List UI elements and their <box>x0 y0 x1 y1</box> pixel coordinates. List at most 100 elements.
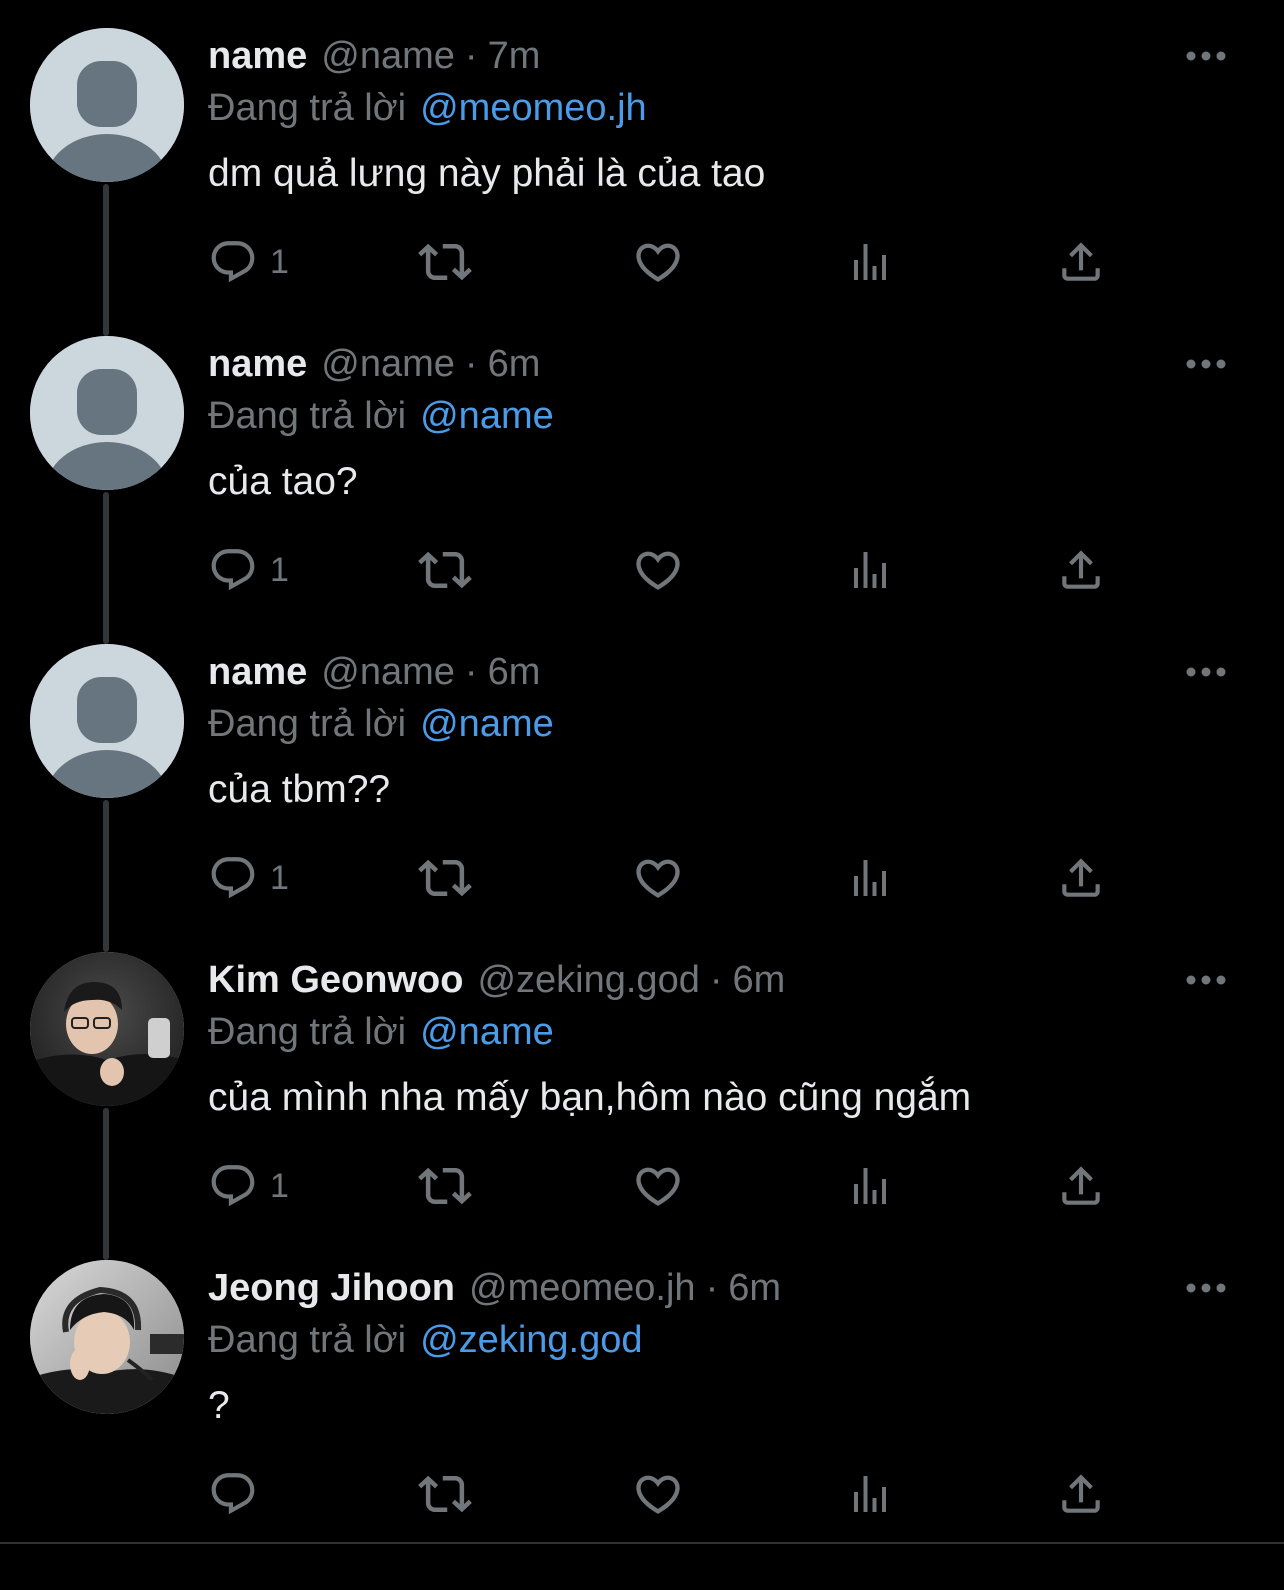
replying-to-label: Đang trả lời <box>208 395 407 437</box>
views-button[interactable] <box>846 540 894 600</box>
avatar[interactable] <box>30 952 184 1106</box>
reply-count: 1 <box>270 551 289 589</box>
replying-to-label: Đang trả lời <box>208 87 407 129</box>
share-icon <box>1062 1474 1100 1513</box>
retweet-icon <box>418 551 472 589</box>
more-options-button[interactable] <box>1182 966 1230 994</box>
views-button[interactable] <box>846 1156 894 1216</box>
share-icon <box>1062 550 1100 589</box>
replying-to: Đang trả lời @zeking.god <box>208 1314 643 1366</box>
like-button[interactable] <box>632 1156 684 1216</box>
timestamp[interactable]: 7m <box>488 30 541 82</box>
tweet-text: của tao? <box>208 460 358 503</box>
display-name[interactable]: Jeong Jihoon <box>208 1262 455 1314</box>
share-button[interactable] <box>1056 232 1106 292</box>
reply-icon <box>211 857 255 899</box>
tweet-header: name @name · 6m <box>208 646 540 698</box>
reply-button[interactable]: 1 <box>208 848 289 908</box>
more-icon <box>1186 1283 1226 1293</box>
reply-count: 1 <box>270 1167 289 1205</box>
tweet-text: dm quả lưng này phải là của tao <box>208 152 766 195</box>
share-button[interactable] <box>1056 848 1106 908</box>
retweet-button[interactable] <box>418 1464 472 1524</box>
more-icon <box>1186 667 1226 677</box>
mention-link[interactable]: @name <box>420 1011 554 1053</box>
views-button[interactable] <box>846 232 894 292</box>
tweet[interactable]: name @name · 7m Đang trả lời @meomeo.jh d… <box>0 0 1284 336</box>
action-bar: 1 <box>0 540 1284 600</box>
avatar[interactable] <box>30 1260 184 1414</box>
share-icon <box>1062 1166 1100 1205</box>
more-options-button[interactable] <box>1182 658 1230 686</box>
reply-icon <box>211 241 255 283</box>
reply-button[interactable]: 1 <box>208 232 289 292</box>
retweet-button[interactable] <box>418 540 472 600</box>
views-button[interactable] <box>846 848 894 908</box>
handle[interactable]: @zeking.god <box>477 954 699 1006</box>
like-button[interactable] <box>632 848 684 908</box>
retweet-icon <box>418 1475 472 1513</box>
tweet[interactable]: name @name · 6m Đang trả lời @name của ta… <box>0 308 1284 644</box>
views-icon <box>854 1168 886 1204</box>
tweet-header: Kim Geonwoo @zeking.god · 6m <box>208 954 785 1006</box>
display-name[interactable]: name <box>208 646 307 698</box>
replying-to: Đang trả lời @name <box>208 1006 554 1058</box>
like-button[interactable] <box>632 232 684 292</box>
share-button[interactable] <box>1056 1156 1106 1216</box>
mention-link[interactable]: @name <box>420 703 554 745</box>
reply-button[interactable] <box>208 1464 270 1524</box>
like-icon <box>636 551 680 590</box>
separator-dot: · <box>464 651 478 693</box>
profile-photo-icon <box>30 952 184 1106</box>
display-name[interactable]: name <box>208 338 307 390</box>
avatar[interactable] <box>30 28 184 182</box>
tweet[interactable]: Jeong Jihoon @meomeo.jh · 6m Đang trả lờ… <box>0 1232 1284 1540</box>
replying-to: Đang trả lời @meomeo.jh <box>208 82 647 134</box>
retweet-icon <box>418 1167 472 1205</box>
share-button[interactable] <box>1056 1464 1106 1524</box>
retweet-button[interactable] <box>418 232 472 292</box>
share-button[interactable] <box>1056 540 1106 600</box>
like-button[interactable] <box>632 540 684 600</box>
timestamp[interactable]: 6m <box>728 1262 781 1314</box>
share-icon <box>1062 858 1100 897</box>
retweet-icon <box>418 243 472 281</box>
reply-button[interactable]: 1 <box>208 540 289 600</box>
handle[interactable]: @name <box>321 646 455 698</box>
timestamp[interactable]: 6m <box>488 646 541 698</box>
default-avatar-icon <box>30 644 184 798</box>
display-name[interactable]: name <box>208 30 307 82</box>
handle[interactable]: @meomeo.jh <box>469 1262 696 1314</box>
more-icon <box>1186 359 1226 369</box>
more-options-button[interactable] <box>1182 350 1230 378</box>
mention-link[interactable]: @zeking.god <box>420 1319 642 1361</box>
mention-link[interactable]: @name <box>420 395 554 437</box>
replying-to: Đang trả lời @name <box>208 698 554 750</box>
replying-to: Đang trả lời @name <box>208 390 554 442</box>
timestamp[interactable]: 6m <box>733 954 786 1006</box>
avatar[interactable] <box>30 644 184 798</box>
views-icon <box>854 552 886 588</box>
reply-button[interactable]: 1 <box>208 1156 289 1216</box>
more-options-button[interactable] <box>1182 42 1230 70</box>
handle[interactable]: @name <box>321 338 455 390</box>
mention-link[interactable]: @meomeo.jh <box>420 87 647 129</box>
tweet[interactable]: Kim Geonwoo @zeking.god · 6m Đang trả lờ… <box>0 924 1284 1260</box>
like-icon <box>636 1167 680 1206</box>
tweet[interactable]: name @name · 6m Đang trả lời @name của tb… <box>0 616 1284 952</box>
retweet-button[interactable] <box>418 1156 472 1216</box>
retweet-button[interactable] <box>418 848 472 908</box>
more-icon <box>1186 51 1226 61</box>
more-options-button[interactable] <box>1182 1274 1230 1302</box>
handle[interactable]: @name <box>321 30 455 82</box>
reply-icon <box>211 1473 255 1515</box>
separator-dot: · <box>464 35 478 77</box>
more-icon <box>1186 975 1226 985</box>
timestamp[interactable]: 6m <box>488 338 541 390</box>
avatar[interactable] <box>30 336 184 490</box>
replying-to-label: Đang trả lời <box>208 703 407 745</box>
like-button[interactable] <box>632 1464 684 1524</box>
display-name[interactable]: Kim Geonwoo <box>208 954 463 1006</box>
views-button[interactable] <box>846 1464 894 1524</box>
tweet-header: name @name · 6m <box>208 338 540 390</box>
